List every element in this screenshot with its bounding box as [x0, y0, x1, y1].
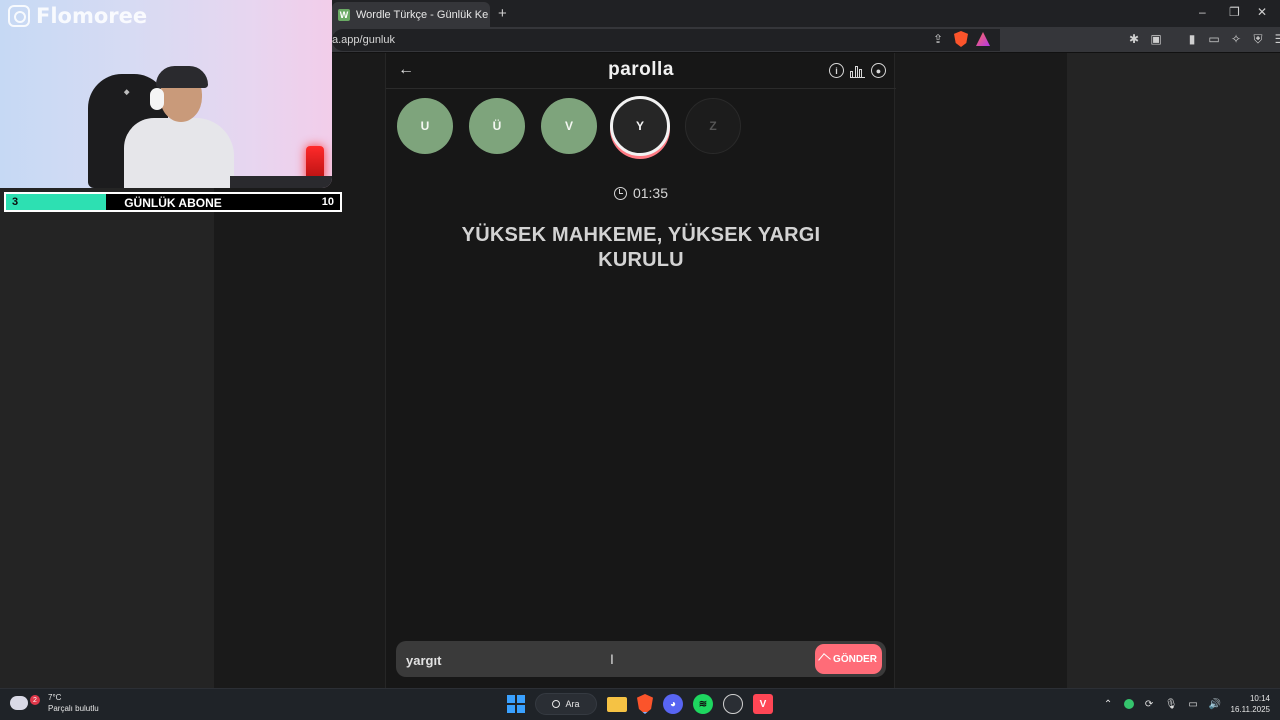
parolla-app: ← parolla i ● U Ü V Y Z 01:35 YÜKSEK MAH…	[385, 53, 896, 688]
menu-icon[interactable]: ☰	[1272, 31, 1280, 47]
letter-circle: Z	[685, 98, 741, 154]
system-clock[interactable]: 10:14 16.11.2025	[1231, 693, 1270, 715]
profile-icon[interactable]: ●	[871, 63, 886, 78]
desk	[230, 176, 332, 188]
search-label: Ara	[565, 699, 580, 709]
chevron-up-icon[interactable]: ⌃	[1102, 698, 1115, 711]
handle-text: Flomoree	[36, 4, 148, 28]
page-right-gutter	[1067, 53, 1280, 688]
file-explorer-icon[interactable]	[607, 696, 627, 712]
vpn-shield-icon[interactable]: ⛨	[1250, 31, 1266, 47]
status-green-icon[interactable]	[1123, 699, 1134, 709]
letter-circle: U	[397, 98, 453, 154]
taskbar-search[interactable]: Ara	[535, 693, 597, 715]
app-header: ← parolla i ●	[386, 53, 896, 89]
clock-date: 16.11.2025	[1230, 705, 1270, 714]
weather-condition: Parçalı bulutlu	[48, 704, 99, 713]
clock-icon	[613, 186, 627, 200]
tab-title: Wordle Türkçe - Günlük Kelime Oyunu	[356, 8, 488, 21]
streamer-cap	[156, 66, 208, 88]
timer-value: 01:35	[632, 185, 669, 201]
network-icon[interactable]: ▭	[1187, 698, 1200, 711]
windows-start-icon[interactable]	[507, 695, 525, 713]
address-bar-icons: ⇪	[930, 31, 990, 47]
restore-icon[interactable]: ❐	[1229, 5, 1240, 19]
spotify-icon[interactable]: ≋	[693, 694, 713, 714]
answer-input[interactable]	[406, 650, 786, 670]
clue-text: YÜKSEK MAHKEME, YÜKSEK YARGI KURULU	[461, 224, 821, 271]
stats-icon[interactable]	[850, 63, 865, 78]
microphone-icon[interactable]: 🎙	[1165, 698, 1178, 711]
clock-time: 10:14	[1249, 694, 1270, 703]
discord-icon[interactable]: ◕	[663, 694, 683, 714]
windows-taskbar: 2 7°C Parçalı bulutlu Ara ◕ ≋ V ⌃ ⟳ 🎙 ▭ …	[0, 688, 1280, 720]
valorant-icon[interactable]: V	[753, 694, 773, 714]
webcam-overlay: Flomoree ◆	[0, 0, 332, 188]
send-label: GÖNDER	[833, 653, 877, 665]
system-tray: ⌃ ⟳ 🎙 ▭ 🔊 10:14 16.11.2025	[1102, 693, 1270, 715]
search-icon	[552, 700, 561, 708]
taskbar-apps: Ara ◕ ≋ V	[507, 693, 773, 715]
brave-browser-icon[interactable]	[637, 694, 653, 714]
answer-form: I GÖNDER	[396, 641, 886, 677]
letter-circle-active: Y	[610, 96, 670, 156]
chair-logo: ◆	[124, 89, 130, 96]
text-cursor-icon: I	[610, 651, 614, 667]
share-icon[interactable]: ⇪	[930, 31, 946, 47]
address-bar[interactable]: a.app/gunluk	[332, 29, 1000, 51]
brave-shield-icon[interactable]	[954, 31, 968, 47]
temperature: 7°C	[48, 693, 62, 702]
url-text: a.app/gunluk	[332, 34, 395, 46]
streamer-handle: Flomoree	[8, 4, 147, 28]
leo-ai-icon[interactable]: ✧	[1228, 31, 1244, 47]
instagram-icon	[8, 5, 30, 27]
steam-icon[interactable]	[723, 694, 743, 714]
headphone	[150, 88, 164, 110]
sidebar-icon[interactable]: ▮	[1184, 31, 1200, 47]
browser-tab[interactable]: W Wordle Türkçe - Günlük Kelime Oyunu	[332, 2, 490, 27]
letter-circle: V	[541, 98, 597, 154]
app-title: parolla	[608, 59, 674, 80]
partly-cloudy-icon	[10, 691, 28, 710]
screenshot-icon[interactable]: ▣	[1148, 31, 1164, 47]
wordle-favicon-icon: W	[338, 8, 350, 21]
letter-circle: Ü	[469, 98, 525, 154]
extension-icons: ✱ ▣ ▮ ▭ ✧ ⛨ ☰	[1126, 31, 1280, 47]
minimize-icon[interactable]: –	[1199, 5, 1206, 19]
extensions-icon[interactable]: ✱	[1126, 31, 1142, 47]
send-button[interactable]: GÖNDER	[815, 644, 882, 674]
brave-rewards-icon[interactable]	[976, 32, 990, 46]
subscriber-label: GÜNLÜK ABONE	[124, 196, 222, 210]
timer: 01:35	[386, 185, 896, 201]
streamer-body	[124, 118, 234, 188]
subscriber-goal: 10	[321, 196, 334, 208]
info-icon[interactable]: i	[829, 63, 844, 78]
weather-widget[interactable]: 2 7°C Parçalı bulutlu	[10, 691, 99, 714]
send-icon	[818, 652, 831, 666]
close-icon[interactable]: ✕	[1257, 5, 1267, 19]
weather-badge: 2	[30, 695, 40, 705]
weather-text: 7°C Parçalı bulutlu	[48, 692, 99, 714]
wallet-icon[interactable]: ▭	[1206, 31, 1222, 47]
volume-icon[interactable]: 🔊	[1209, 698, 1222, 711]
new-tab-button[interactable]: +	[498, 5, 507, 22]
header-actions: i ●	[829, 63, 886, 78]
subscriber-goal-bar: 3 GÜNLÜK ABONE 10	[4, 192, 342, 212]
sync-icon[interactable]: ⟳	[1143, 698, 1156, 711]
